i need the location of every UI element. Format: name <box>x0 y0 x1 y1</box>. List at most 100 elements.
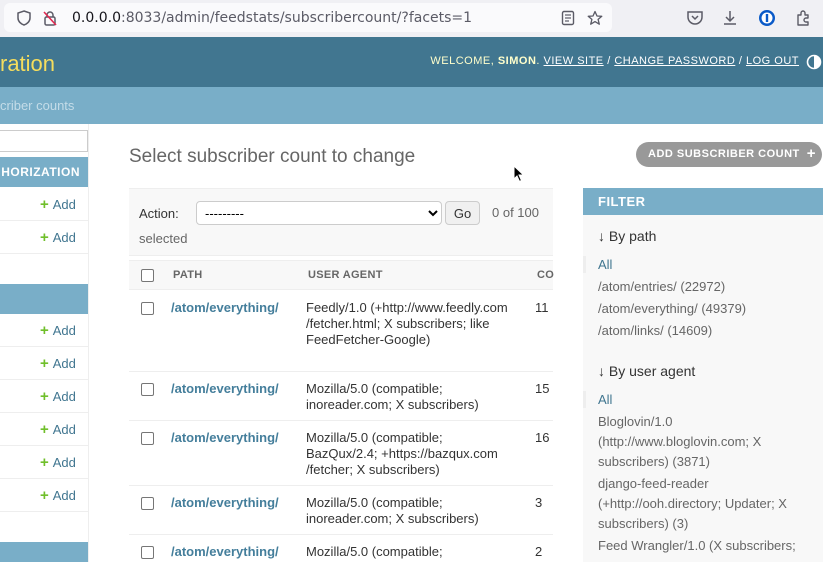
address-bar[interactable]: 0.0.0.0:8033/admin/feedstats/subscriberc… <box>4 3 612 32</box>
log-out-link[interactable]: LOG OUT <box>746 55 799 67</box>
plus-icon: + <box>40 487 49 504</box>
action-counter: 0 of 100 <box>492 205 539 220</box>
sidebar-filter-input[interactable] <box>0 130 88 152</box>
row-path-link[interactable]: /atom/everything/ <box>171 381 279 396</box>
go-button[interactable]: Go <box>445 201 480 225</box>
view-site-link[interactable]: VIEW SITE <box>544 55 604 67</box>
url-text[interactable]: 0.0.0.0:8033/admin/feedstats/subscriberc… <box>72 10 472 26</box>
selected-indicator <box>583 391 586 408</box>
selected-indicator <box>583 256 586 273</box>
insecure-lock-icon[interactable] <box>42 10 58 26</box>
app-caption-authorization[interactable]: HORIZATION <box>0 157 88 187</box>
row-checkbox[interactable] <box>141 302 154 315</box>
filter-path-item[interactable]: /atom/everything/ (49379) <box>598 299 816 319</box>
filter-by-path-heading[interactable]: ↓ By path <box>598 228 656 244</box>
table-row: /atom/everything/ Mozilla/5.0 (compatibl… <box>129 421 553 486</box>
filter-by-user-agent-heading[interactable]: ↓ By user agent <box>598 363 695 379</box>
filter-path-all[interactable]: All <box>598 255 816 275</box>
user-tools: WELCOME, SIMON. VIEW SITE / CHANGE PASSW… <box>430 55 799 67</box>
site-branding[interactable]: ration <box>0 51 55 77</box>
filter-title: FILTER <box>583 188 823 215</box>
row-count: 16 <box>535 430 550 445</box>
column-header-path[interactable]: PATH <box>173 269 203 281</box>
reader-view-icon[interactable] <box>560 10 576 26</box>
row-count: 11 <box>535 300 549 315</box>
row-user-agent: Mozilla/5.0 (compatible; inoreader.com; … <box>306 381 479 412</box>
sidebar-add-link[interactable]: + Add <box>40 355 76 372</box>
change-password-link[interactable]: CHANGE PASSWORD <box>614 55 735 67</box>
theme-toggle-icon[interactable] <box>806 54 822 70</box>
add-label: Add <box>52 323 76 338</box>
table-row: /atom/everything/ Feedly/1.0 (+http://ww… <box>129 291 553 372</box>
sidebar-add-link[interactable]: + Add <box>40 487 76 504</box>
row-checkbox[interactable] <box>141 497 154 510</box>
downloads-icon[interactable] <box>721 9 739 27</box>
filter-path-item[interactable]: /atom/entries/ (22972) <box>598 277 816 297</box>
breadcrumb-current: criber counts <box>0 98 75 113</box>
plus-icon: + <box>40 196 49 213</box>
divider <box>0 346 88 347</box>
pocket-icon[interactable] <box>686 9 704 27</box>
row-path-link[interactable]: /atom/everything/ <box>171 300 279 315</box>
row-count: 15 <box>535 381 550 396</box>
row-path-link[interactable]: /atom/everything/ <box>171 544 279 559</box>
sidebar-add-link[interactable]: + Add <box>40 322 76 339</box>
divider <box>0 253 88 254</box>
password-manager-icon[interactable] <box>758 9 776 27</box>
column-header-user-agent[interactable]: USER AGENT <box>308 269 383 281</box>
divider <box>0 379 88 380</box>
select-all-checkbox[interactable] <box>141 269 154 282</box>
filter-ua-all[interactable]: All <box>598 390 816 410</box>
url-host: 0.0.0.0 <box>72 10 121 26</box>
filter-ua-item[interactable]: django-feed-reader (+http://ooh.director… <box>598 474 816 534</box>
changelist: Action: --------- Go 0 of 100 selected P… <box>129 188 554 562</box>
add-label: Add <box>52 389 76 404</box>
sidebar-add-link[interactable]: + Add <box>40 196 76 213</box>
app-caption-label: HORIZATION <box>1 165 80 179</box>
actions-bar: Action: --------- Go 0 of 100 selected <box>129 188 553 256</box>
divider <box>0 445 88 446</box>
bookmark-star-icon[interactable] <box>587 10 603 26</box>
table-header: PATH USER AGENT CO <box>129 260 554 290</box>
column-header-count[interactable]: CO <box>537 269 554 281</box>
action-select[interactable]: --------- <box>196 201 442 225</box>
plus-icon: + <box>40 355 49 372</box>
filter-panel: FILTER ↓ By path All /atom/entries/ (229… <box>583 188 823 562</box>
sidebar-add-link[interactable]: + Add <box>40 388 76 405</box>
divider <box>0 511 88 512</box>
row-user-agent: Mozilla/5.0 (compatible; BazQux/2.4; +ht… <box>306 430 498 477</box>
row-checkbox[interactable] <box>141 432 154 445</box>
row-path-link[interactable]: /atom/everything/ <box>171 495 279 510</box>
welcome-text: WELCOME, <box>430 55 498 67</box>
row-user-agent: Mozilla/5.0 (compatible; <box>306 544 443 559</box>
filter-by-ua-label: By user agent <box>608 363 696 379</box>
user-name: SIMON <box>497 55 537 67</box>
filter-ua-item[interactable]: Bloglovin/1.0 (http://www.bloglovin.com;… <box>598 412 816 472</box>
divider <box>0 220 88 221</box>
add-button-label: ADD SUBSCRIBER COUNT <box>648 148 800 160</box>
row-checkbox[interactable] <box>141 383 154 396</box>
row-checkbox[interactable] <box>141 546 154 559</box>
filter-ua-item[interactable]: Feed Wrangler/1.0 (X subscribers; <box>598 536 816 556</box>
add-subscriber-count-button[interactable]: ADD SUBSCRIBER COUNT + <box>636 142 822 167</box>
row-count: 2 <box>535 544 543 559</box>
shield-icon[interactable] <box>16 10 32 26</box>
sidebar-add-link[interactable]: + Add <box>40 229 76 246</box>
browser-toolbar: 0.0.0.0:8033/admin/feedstats/subscriberc… <box>0 0 823 37</box>
sidebar-add-link[interactable]: + Add <box>40 421 76 438</box>
row-user-agent: Mozilla/5.0 (compatible; inoreader.com; … <box>306 495 479 526</box>
extensions-icon[interactable] <box>794 9 812 27</box>
plus-icon: + <box>40 421 49 438</box>
filter-title-label: FILTER <box>598 194 646 209</box>
filter-path-item[interactable]: /atom/links/ (14609) <box>598 321 816 341</box>
add-label: Add <box>52 197 76 212</box>
app-caption[interactable] <box>0 284 88 314</box>
row-path-link[interactable]: /atom/everything/ <box>171 430 279 445</box>
plus-icon: + <box>40 388 49 405</box>
add-label: Add <box>52 488 76 503</box>
sidebar-add-link[interactable]: + Add <box>40 454 76 471</box>
plus-icon: + <box>40 454 49 471</box>
app-caption[interactable] <box>0 542 88 562</box>
nav-sidebar: HORIZATION + Add + Add + Add + Add + Add + Add… <box>0 124 89 562</box>
arrow-down-icon: ↓ <box>598 363 605 379</box>
